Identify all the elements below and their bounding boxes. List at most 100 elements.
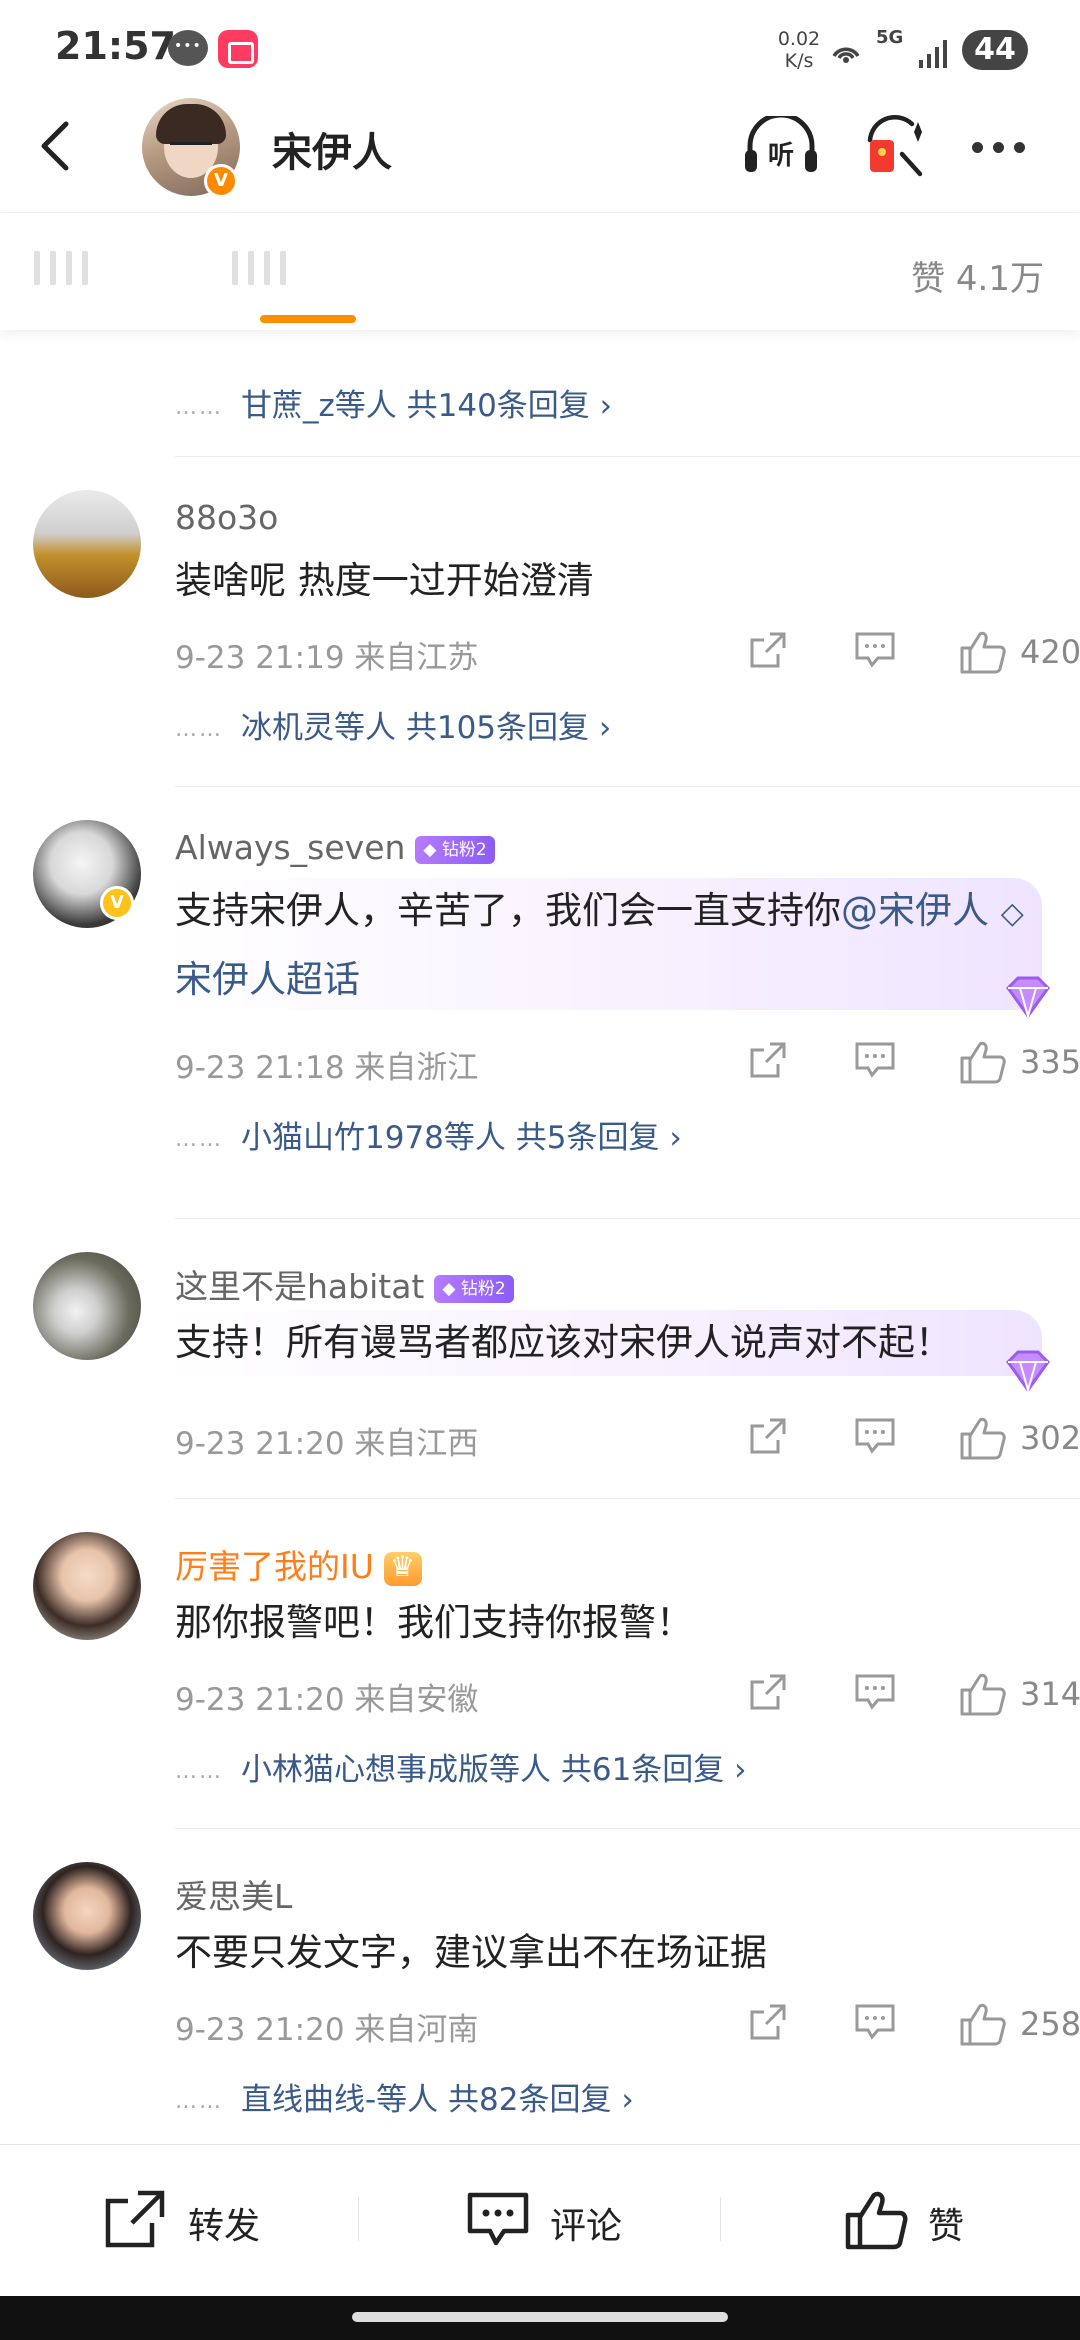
profile-name[interactable]: 宋伊人 (272, 120, 392, 178)
share-icon[interactable] (748, 2002, 792, 2046)
reply-summary-text: 冰机灵等人 共105条回复 › (241, 710, 612, 746)
username-text: Always_seven (175, 828, 406, 867)
comment-text-main: 支持宋伊人，辛苦了，我们会一直支持你 (175, 889, 841, 932)
comment-actions: 335 (748, 1040, 1080, 1084)
like-button[interactable]: 258 (958, 2002, 1080, 2046)
comment-text: 支持！所有谩骂者都应该对宋伊人说声对不起！ (160, 1310, 1042, 1376)
share-icon[interactable] (748, 1040, 792, 1084)
verified-badge-icon: V (100, 886, 134, 920)
battery-indicator: 44 (962, 30, 1028, 70)
reply-summary[interactable]: …… 直线曲线-等人 共82条回复 › (175, 2074, 634, 2119)
comment-username[interactable]: 88o3o (175, 498, 278, 537)
diamond-icon (1006, 1350, 1050, 1394)
like-post-button[interactable]: 赞 (844, 2189, 984, 2251)
red-packet-icon[interactable] (862, 114, 928, 178)
bottom-action-bar: 转发 评论 赞 (0, 2144, 1080, 2294)
share-icon[interactable] (748, 1672, 792, 1716)
like-icon (960, 1673, 1006, 1716)
system-navigation-bar (0, 2296, 1080, 2340)
tab-comments[interactable] (232, 251, 296, 291)
repost-label: 转发 (188, 2206, 261, 2247)
reply-summary[interactable]: …… 小猫山竹1978等人 共5条回复 › (175, 1112, 682, 1157)
fan-level-badge: ◆ 钻粉2 (415, 835, 495, 864)
topic-text: 宋伊人超话 (175, 958, 360, 1001)
reply-summary[interactable]: …… 冰机灵等人 共105条回复 › (175, 702, 611, 747)
repost-icon (105, 2190, 165, 2248)
comment-text: 支持宋伊人，辛苦了，我们会一直支持你@宋伊人 ◇ 宋伊人超话 (160, 878, 1042, 1010)
fan-level-text: 钻粉2 (460, 1278, 506, 1299)
comment-username[interactable]: 爱思美L (175, 1870, 292, 1918)
share-icon[interactable] (748, 1416, 792, 1460)
home-gesture-handle[interactable] (352, 2312, 728, 2322)
comment-icon[interactable] (854, 2002, 898, 2046)
comment-meta: 9-23 21:20 来自河南 (175, 2012, 479, 2048)
avatar[interactable] (33, 1532, 141, 1640)
comment-text: 不要只发文字，建议拿出不在场证据 (175, 1931, 767, 1974)
comment-icon[interactable] (854, 1416, 898, 1460)
reply-summary-text: 直线曲线-等人 共82条回复 › (241, 2082, 634, 2118)
avatar[interactable] (33, 1252, 141, 1360)
fan-level-badge: ◆ 钻粉2 (434, 1274, 514, 1303)
username-text: 厉害了我的IU (175, 1547, 374, 1586)
network-speed-unit: K/s (784, 50, 814, 72)
status-time: 21:57 (55, 24, 176, 68)
divider (175, 1498, 1080, 1499)
network-type: 5G (876, 27, 904, 48)
reply-summary[interactable]: …… 甘蔗_z等人 共140条回复 › (175, 380, 612, 425)
comment-text: 那你报警吧！我们支持你报警！ (175, 1601, 693, 1644)
back-icon[interactable] (36, 120, 76, 172)
like-icon (960, 1041, 1006, 1084)
fan-level-text: 钻粉2 (441, 839, 487, 860)
comment-icon[interactable] (854, 1672, 898, 1716)
comment-actions: 258 (748, 2002, 1080, 2046)
comment-text: 装啥呢 热度一过开始澄清 (175, 559, 594, 602)
like-count: 314 (1020, 1675, 1080, 1713)
comment-button[interactable]: 评论 (466, 2189, 646, 2251)
reply-summary-text: 小猫山竹1978等人 共5条回复 › (241, 1120, 682, 1156)
dots-icon: …… (175, 1759, 223, 1784)
crown-icon (383, 1550, 422, 1586)
more-icon[interactable] (972, 138, 1036, 153)
divider (175, 1218, 1080, 1219)
like-button[interactable]: 302 (958, 1416, 1080, 1460)
reply-summary[interactable]: …… 小林猫心想事成版等人 共61条回复 › (175, 1744, 747, 1789)
mention-link[interactable]: @宋伊人 (841, 889, 989, 932)
reply-summary-text: 小林猫心想事成版等人 共61条回复 › (241, 1752, 747, 1788)
comment-label: 评论 (550, 2206, 623, 2247)
separator (358, 2197, 359, 2241)
comment-icon[interactable] (854, 630, 898, 674)
comment-username[interactable]: 这里不是habitat ◆ 钻粉2 (175, 1260, 514, 1308)
message-notification-icon (168, 30, 208, 66)
like-button[interactable]: 335 (958, 1040, 1080, 1084)
verified-badge-icon: V (204, 164, 238, 198)
comment-username[interactable]: Always_seven ◆ 钻粉2 (175, 828, 495, 867)
hotspot-icon (832, 47, 860, 63)
like-icon (960, 631, 1006, 674)
like-button[interactable]: 314 (958, 1672, 1080, 1716)
diamond-icon: ◇ (1000, 896, 1024, 931)
like-label: 赞 (928, 2206, 965, 2247)
tab-reposts[interactable] (34, 251, 98, 291)
divider (175, 786, 1080, 787)
comment-meta: 9-23 21:20 来自江西 (175, 1426, 479, 1462)
listen-icon[interactable]: 听 (742, 116, 820, 176)
status-bar: 21:57 0.02 K/s 5G 44 (0, 0, 1080, 90)
avatar[interactable] (33, 490, 141, 598)
comment-icon (467, 2192, 529, 2246)
likes-total[interactable]: 赞 4.1万 (911, 251, 1044, 300)
repost-button[interactable]: 转发 (104, 2189, 284, 2251)
comment-icon[interactable] (854, 1040, 898, 1084)
tab-strip: 赞 4.1万 (0, 212, 1080, 330)
comment-actions: 420 (748, 630, 1080, 674)
like-icon (960, 1417, 1006, 1460)
like-button[interactable]: 420 (958, 630, 1080, 674)
comment-username[interactable]: 厉害了我的IU (175, 1540, 422, 1588)
divider (175, 456, 1080, 457)
comment-meta: 9-23 21:18 来自浙江 (175, 1050, 479, 1086)
dots-icon: …… (175, 717, 223, 742)
comment-meta: 9-23 21:20 来自安徽 (175, 1682, 479, 1718)
diamond-icon (1006, 976, 1050, 1020)
avatar[interactable] (33, 1862, 141, 1970)
share-icon[interactable] (748, 630, 792, 674)
top-navigation: V 宋伊人 听 (0, 92, 1080, 202)
